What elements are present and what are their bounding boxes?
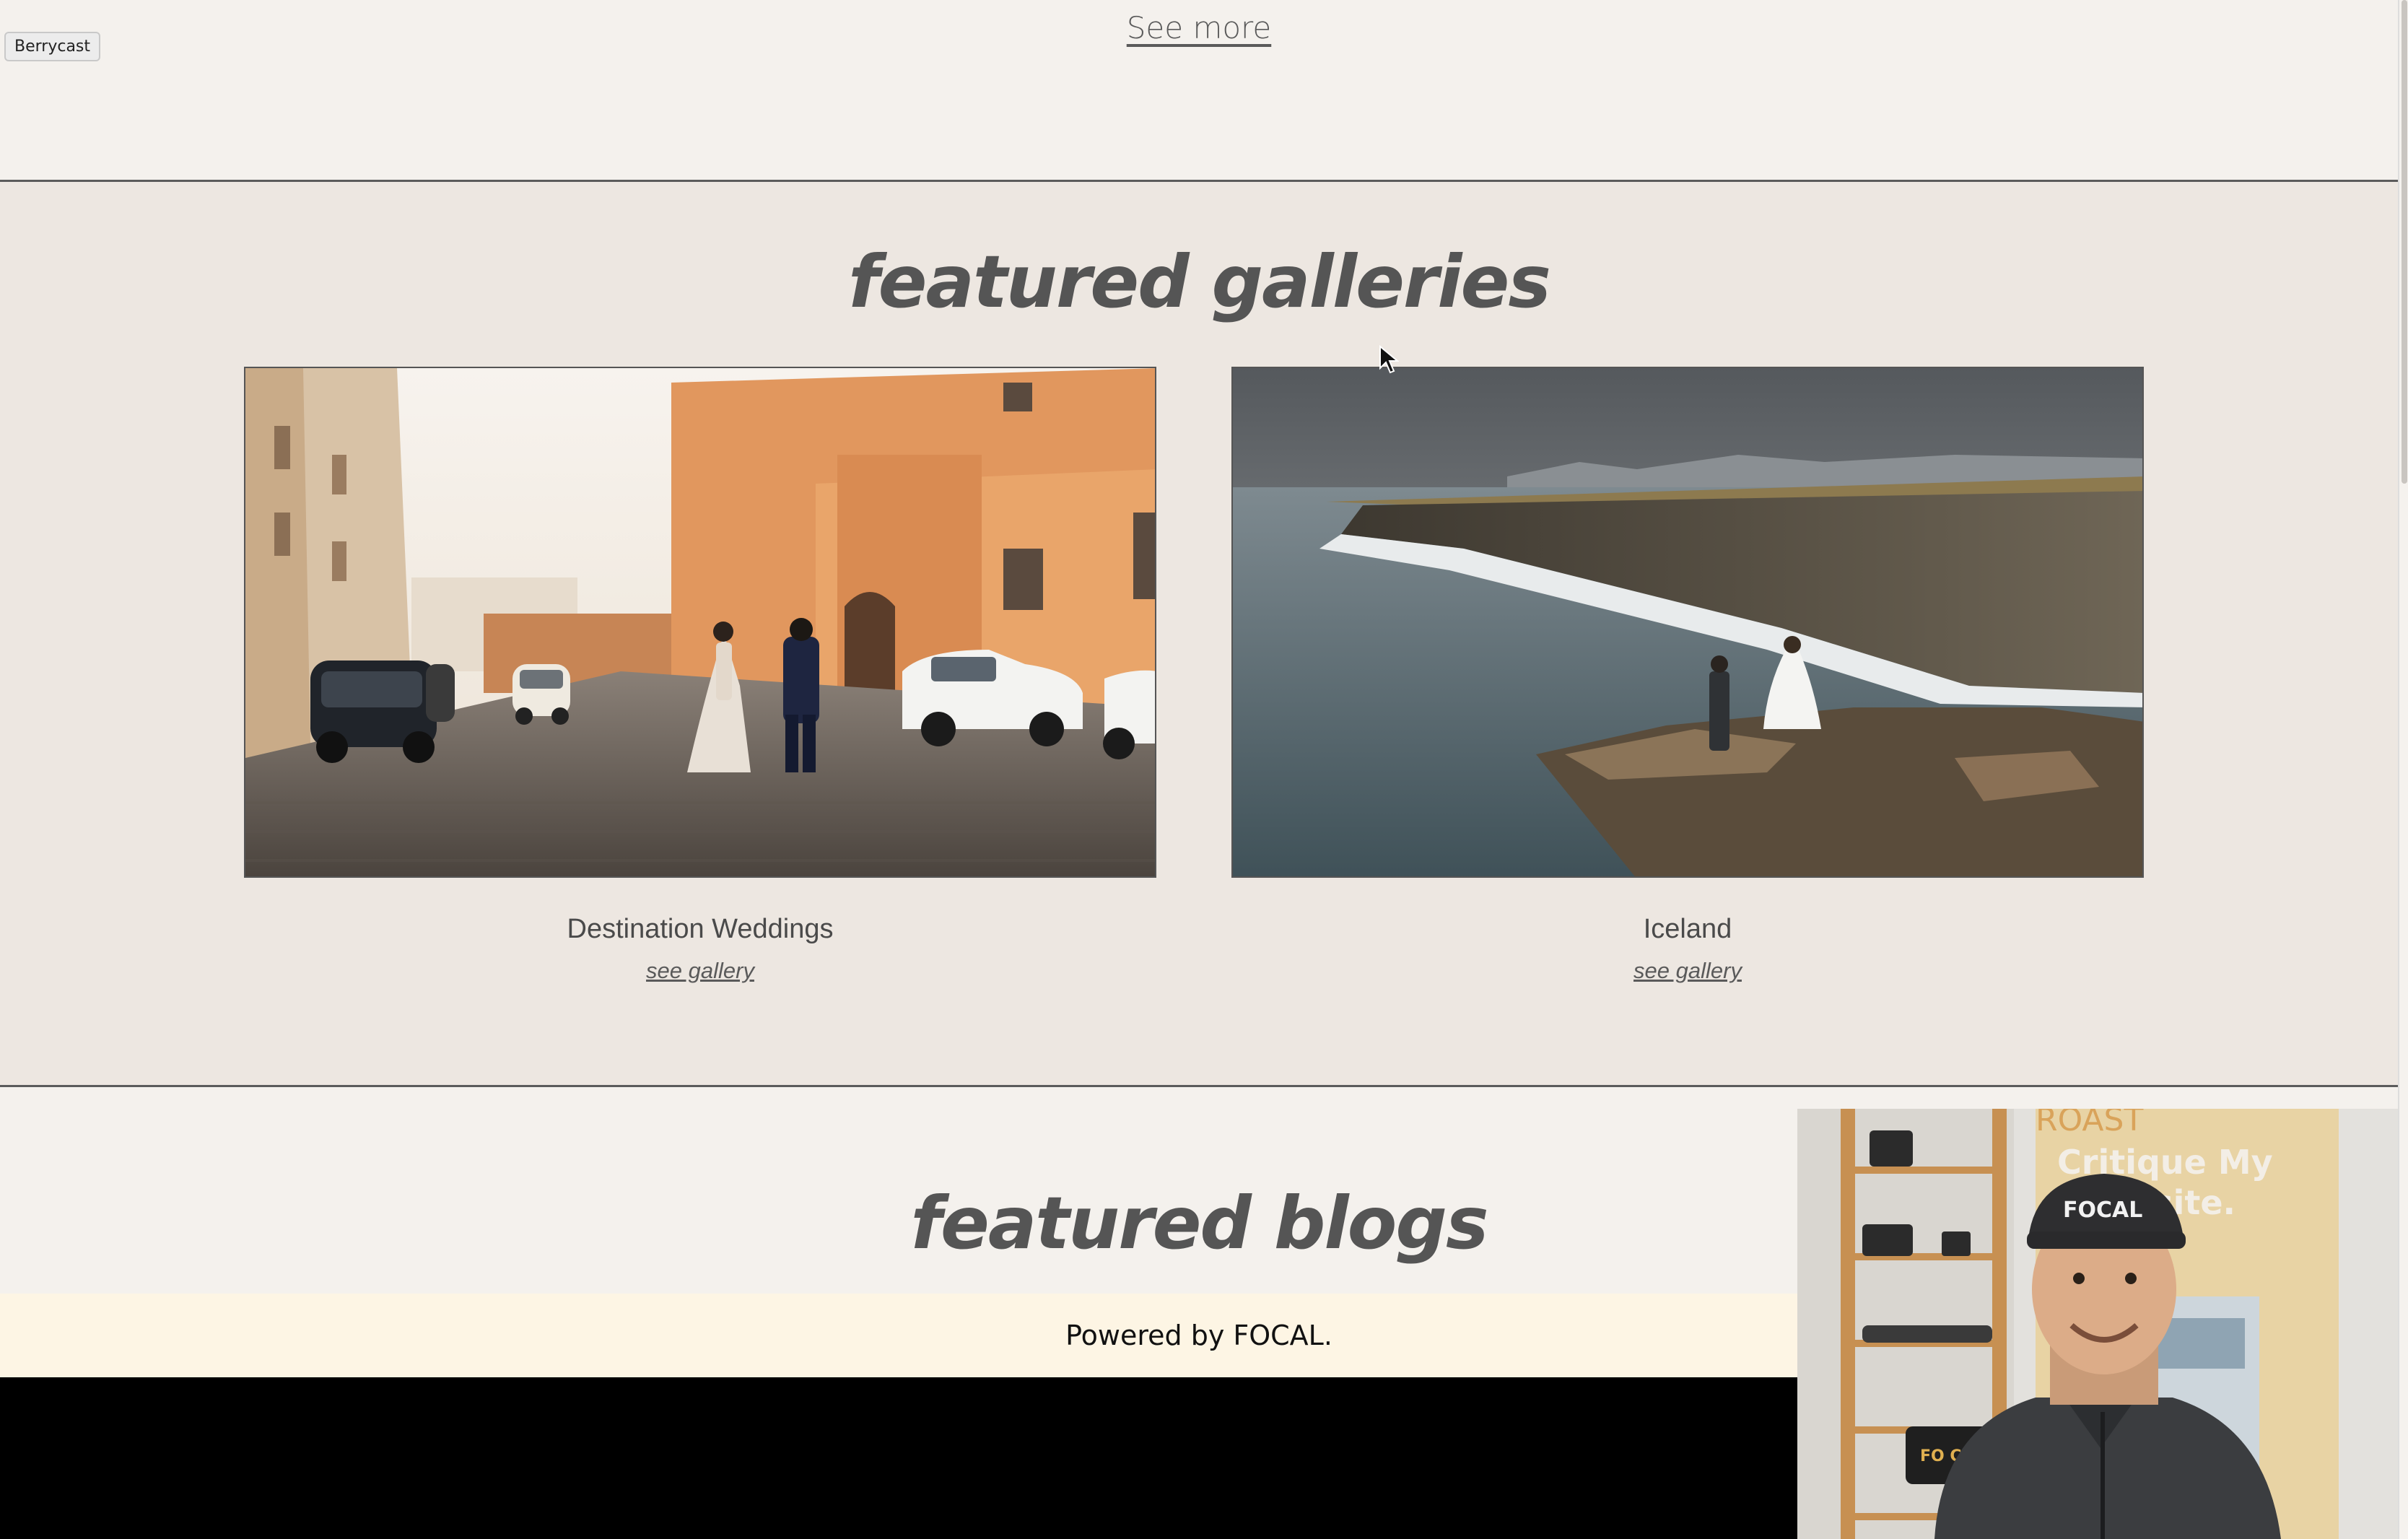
cap-text: FOCAL: [2063, 1198, 2142, 1223]
see-more-section: See more: [0, 0, 2398, 182]
berrycast-badge[interactable]: Berrycast: [4, 32, 101, 61]
gallery-card[interactable]: Iceland see gallery: [1231, 367, 2144, 984]
featured-galleries-section: featured galleries Destination Weddings …: [0, 182, 2398, 1087]
scrollbar[interactable]: [2398, 0, 2408, 1539]
webcam-overlay: ROAST Critique My Website. FO CAL FOCAL: [1797, 1109, 2398, 1539]
featured-galleries-heading: featured galleries: [848, 240, 1551, 324]
poster-top-text: ROAST: [2036, 1109, 2143, 1138]
see-gallery-link[interactable]: see gallery: [1231, 958, 2144, 984]
gallery-title[interactable]: Iceland: [1231, 914, 2144, 945]
gallery-card[interactable]: Destination Weddings see gallery: [244, 367, 1156, 984]
mouse-cursor-icon: [1379, 345, 1399, 374]
gallery-title[interactable]: Destination Weddings: [244, 914, 1156, 945]
see-gallery-link[interactable]: see gallery: [244, 958, 1156, 984]
see-more-link[interactable]: See more: [0, 10, 2398, 45]
iceland-photo[interactable]: [1231, 367, 2144, 878]
scrollbar-thumb[interactable]: [2402, 0, 2407, 484]
destination-weddings-photo[interactable]: [244, 367, 1156, 878]
